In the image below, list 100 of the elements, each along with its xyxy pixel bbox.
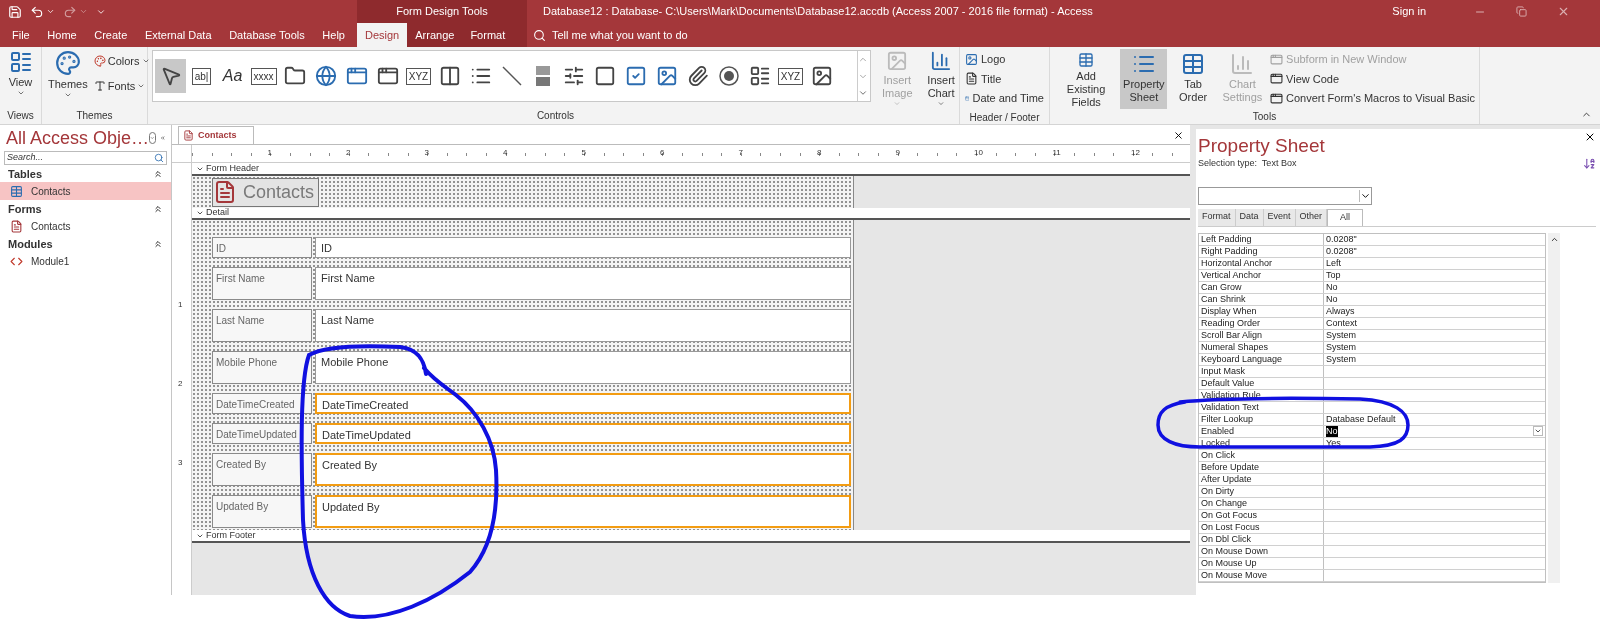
ruler-number: 7 [738, 147, 743, 159]
caret-icon[interactable] [46, 7, 55, 16]
property-name: Input Mask [1199, 365, 1324, 377]
property-value[interactable]: Context [1326, 317, 1358, 329]
text-box[interactable]: Last Name [315, 309, 851, 342]
property-value[interactable]: Top [1326, 269, 1341, 281]
ruler-number: 10 [974, 147, 983, 159]
title-icon [965, 72, 978, 86]
document-tab[interactable]: Contacts [178, 126, 254, 144]
property-value[interactable]: System [1326, 353, 1356, 365]
collapse-icon[interactable] [153, 239, 163, 249]
ribbon-button[interactable]: Date and Time [965, 90, 1044, 107]
sign-in-link[interactable]: Sign in [1392, 3, 1426, 20]
ribbon-tab[interactable]: Design [357, 23, 408, 47]
ruler-number: 11 [1052, 147, 1061, 159]
property-value[interactable]: No [1326, 293, 1338, 305]
ribbon-button[interactable]: View Code [1270, 70, 1475, 87]
control-label[interactable]: Mobile Phone [212, 351, 312, 384]
property-name: After Update [1199, 473, 1324, 485]
control-tool-button[interactable] [155, 59, 186, 93]
group-header[interactable]: Modules [8, 235, 53, 253]
property-value[interactable]: Left [1326, 257, 1341, 269]
control-label[interactable]: ID [212, 237, 312, 258]
collapse-icon[interactable] [153, 204, 163, 214]
ruler-number: 2 [346, 147, 351, 159]
property-value[interactable]: System [1326, 329, 1356, 341]
control-label[interactable]: Updated By [212, 495, 312, 528]
control-label[interactable]: Last Name [212, 309, 312, 342]
control-label[interactable]: DateTimeUpdated [212, 423, 312, 444]
property-name: Before Update [1199, 461, 1324, 473]
fonts-button[interactable]: Fonts [93, 77, 150, 94]
text-box[interactable]: First Name [315, 267, 851, 300]
ribbon-button[interactable]: Logo [965, 51, 1044, 68]
control-label[interactable]: DateTimeCreated [212, 393, 312, 414]
property-value[interactable]: Yes [1326, 437, 1341, 449]
close-icon[interactable] [1584, 131, 1596, 143]
text-box[interactable]: Mobile Phone [315, 351, 851, 384]
save-icon[interactable] [8, 4, 22, 19]
window-icon [1270, 72, 1284, 86]
control-tool-button[interactable]: XYZ [403, 59, 434, 93]
ribbon-button[interactable]: Convert Form's Macros to Visual Basic [1270, 90, 1475, 107]
dropdown-icon[interactable] [1533, 426, 1543, 436]
restore-icon[interactable] [1516, 6, 1527, 17]
nav-item[interactable]: Module1 [0, 252, 171, 270]
nav-item[interactable]: Contacts [0, 182, 171, 200]
colors-button[interactable]: Colors [93, 53, 150, 70]
ribbon-button[interactable]: Add Existing Fields [1054, 49, 1119, 109]
property-value[interactable]: No [1326, 281, 1338, 293]
property-value[interactable]: No [1326, 425, 1338, 437]
sheet-tab[interactable]: All [1327, 208, 1364, 226]
window-icon [1270, 91, 1284, 105]
caret-icon [16, 89, 25, 97]
selection-dropdown[interactable] [1198, 186, 1372, 205]
view-icon [8, 50, 33, 74]
search-field[interactable]: Search... [4, 151, 167, 165]
control-tool-button[interactable]: XYZ [775, 59, 806, 93]
property-name: Enabled [1199, 425, 1324, 437]
list-box-icon [562, 65, 585, 87]
text-box[interactable]: ID [315, 237, 851, 258]
control-label[interactable]: Created By [212, 453, 312, 486]
nav-item[interactable]: Contacts [0, 217, 171, 235]
property-name: Horizontal Anchor [1199, 257, 1324, 269]
group-header[interactable]: Forms [8, 200, 42, 218]
sheet-tab[interactable]: Other [1295, 208, 1328, 226]
search-box[interactable]: Tell me what you want to do [527, 23, 688, 47]
ribbon-button[interactable]: Insert Chart [923, 47, 959, 107]
control-label[interactable]: First Name [212, 267, 312, 300]
control-tool-button[interactable]: ab| [186, 59, 217, 93]
property-value[interactable]: Database Default [1326, 413, 1396, 425]
search-icon [154, 153, 164, 163]
page-break-icon [438, 65, 461, 87]
property-value[interactable]: System [1326, 341, 1356, 353]
ribbon-button[interactable]: Property Sheet [1120, 49, 1168, 109]
section-title: Form Header [206, 161, 259, 175]
ribbon-button[interactable]: Tab Order [1169, 49, 1217, 109]
property-value[interactable]: 0.0208" [1326, 233, 1357, 245]
ribbon-button[interactable]: Title [965, 70, 1044, 87]
collapse-icon[interactable] [153, 169, 163, 179]
close-icon[interactable] [1173, 130, 1184, 141]
text-box[interactable]: Created By [315, 453, 851, 486]
ribbon-button[interactable]: View [1, 47, 40, 107]
sheet-tab[interactable]: Event [1263, 208, 1296, 226]
control-tool-button[interactable]: Aa [217, 59, 248, 93]
property-value[interactable]: Always [1326, 305, 1355, 317]
text-box[interactable]: DateTimeCreated [315, 393, 851, 414]
sheet-tab[interactable]: Format [1198, 208, 1236, 226]
table-icon [10, 184, 23, 198]
sheet-tab[interactable]: Data [1235, 208, 1264, 226]
property-name: Filter Lookup [1199, 413, 1324, 425]
property-name: Keyboard Language [1199, 353, 1324, 365]
control-tool-button[interactable]: xxxx [248, 59, 279, 93]
property-value[interactable]: 0.0208" [1326, 245, 1357, 257]
undo-icon[interactable] [30, 4, 44, 19]
text-box[interactable]: DateTimeUpdated [315, 423, 851, 444]
group-header[interactable]: Tables [8, 165, 43, 183]
text-box[interactable]: Updated By [315, 495, 851, 528]
caret-icon[interactable] [196, 209, 204, 217]
sort-icon[interactable] [1583, 157, 1596, 170]
property-name: Scroll Bar Align [1199, 329, 1324, 341]
ribbon-button[interactable]: Themes [46, 47, 90, 107]
